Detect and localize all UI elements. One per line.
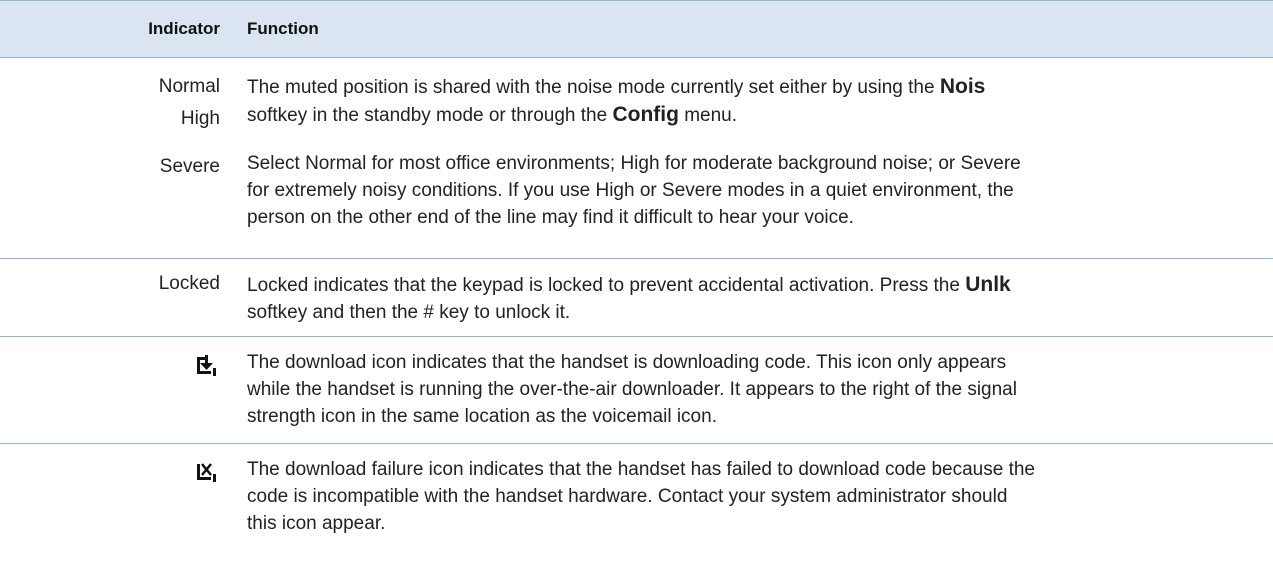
- text-line: strength icon in the same location as th…: [247, 406, 717, 427]
- table-header-row: Indicator Function: [0, 0, 1273, 58]
- indicator-severe: Severe: [159, 156, 220, 177]
- text-run: softkey in the standby mode or through t…: [247, 105, 613, 126]
- text-line: The download icon indicates that the han…: [247, 352, 1007, 373]
- text-line: while the handset is running the over-th…: [247, 379, 1017, 400]
- table-row-noise-mode: Normal High Severe The muted position is…: [0, 58, 1273, 259]
- indicator-column-header: Indicator: [148, 19, 220, 38]
- locked-description: Locked indicates that the keypad is lock…: [247, 271, 1247, 326]
- download-description: The download icon indicates that the han…: [247, 349, 1247, 430]
- table-row-download: The download icon indicates that the han…: [0, 337, 1273, 444]
- download-failure-description: The download failure icon indicates that…: [247, 456, 1247, 537]
- table-row-download-failure: The download failure icon indicates that…: [0, 444, 1273, 568]
- noise-mode-description: The muted position is shared with the no…: [247, 73, 1247, 231]
- text-line: softkey and then the # key to unlock it.: [247, 302, 571, 323]
- unlk-softkey-label: Unlk: [965, 273, 1011, 296]
- download-icon: [196, 354, 220, 376]
- noise-mode-paragraph-1: The muted position is shared with the no…: [247, 73, 1247, 129]
- indicator-locked: Locked: [158, 273, 220, 294]
- text-line: for extremely noisy conditions. If you u…: [247, 180, 1014, 201]
- text-run: The muted position is shared with the no…: [247, 77, 940, 98]
- function-column-header: Function: [247, 19, 319, 38]
- indicator-high: High: [180, 108, 220, 129]
- text-line: this icon appear.: [247, 513, 386, 534]
- nois-softkey-label: Nois: [939, 75, 986, 98]
- text-line: Select Normal for most office environmen…: [247, 153, 1021, 174]
- text-run: Locked indicates that the keypad is lock…: [247, 275, 966, 296]
- config-menu-label: Config: [612, 103, 679, 126]
- text-line: code is incompatible with the handset ha…: [247, 486, 1008, 507]
- noise-mode-paragraph-2: Select Normal for most office environmen…: [247, 150, 1247, 231]
- text-line: person on the other end of the line may …: [247, 207, 854, 228]
- text-line: The download failure icon indicates that…: [247, 459, 1035, 480]
- indicator-normal: Normal: [158, 76, 220, 97]
- text-run: menu.: [678, 105, 738, 126]
- download-failure-icon: [196, 461, 220, 483]
- table-row-locked: Locked Locked indicates that the keypad …: [0, 259, 1273, 337]
